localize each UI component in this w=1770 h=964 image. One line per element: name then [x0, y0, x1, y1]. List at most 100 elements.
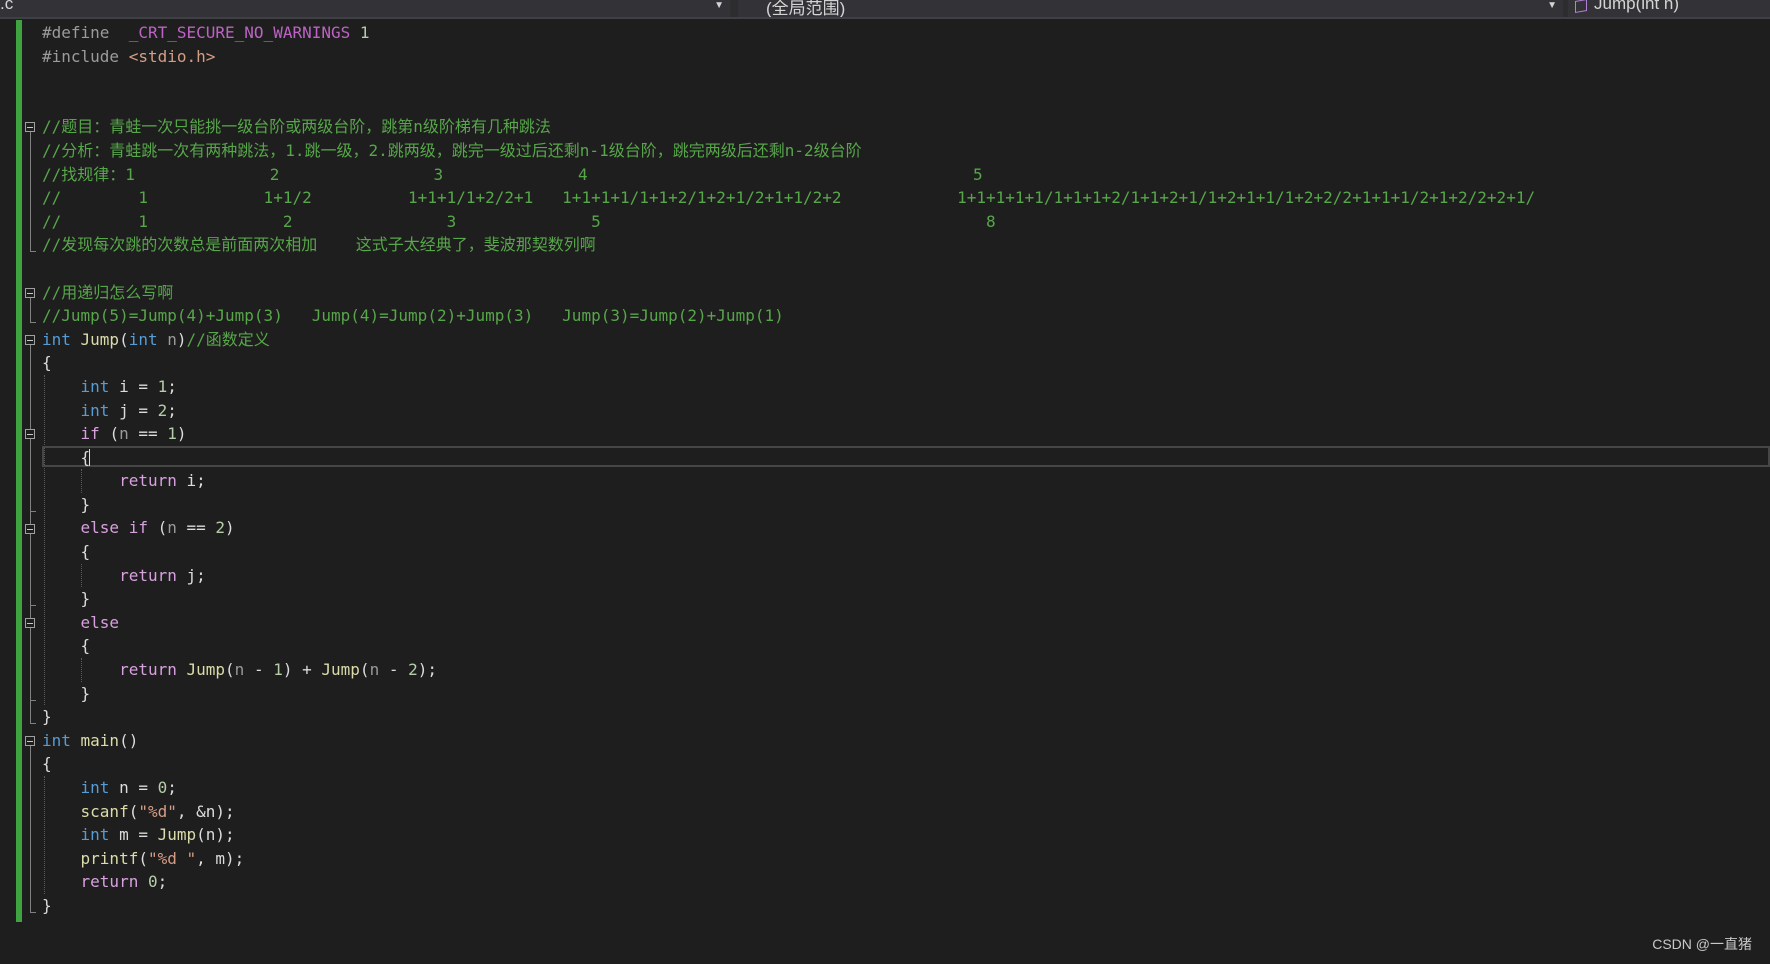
- code-token: );: [417, 660, 438, 680]
- member-dropdown[interactable]: Jump(int n): [1568, 0, 1770, 17]
- file-dropdown[interactable]: .c ▼: [0, 0, 730, 17]
- code-line[interactable]: [42, 257, 1535, 281]
- code-token: return: [119, 660, 187, 680]
- code-token: _CRT_SECURE_NO_WARNINGS: [119, 23, 351, 42]
- code-token: else: [80, 612, 120, 632]
- code-line[interactable]: }: [42, 587, 1535, 611]
- scope-dropdown-label: (全局范围): [766, 0, 846, 17]
- code-token: (: [109, 424, 120, 444]
- code-token: Jump: [157, 825, 197, 845]
- code-line[interactable]: }: [42, 493, 1535, 517]
- code-editor[interactable]: #define _CRT_SECURE_NO_WARNINGS 1 #includ…: [42, 21, 1535, 918]
- code-token: //题目：青蛙一次只能挑一级台阶或两级台阶，跳第n级阶梯有几种跳法: [42, 117, 551, 137]
- collapse-region-icon[interactable]: [25, 122, 35, 133]
- scope-dropdown[interactable]: (全局范围) ▼: [738, 0, 1563, 17]
- code-token: -: [244, 660, 274, 680]
- code-token: {: [42, 754, 52, 774]
- code-line[interactable]: else: [42, 611, 1535, 635]
- code-line[interactable]: }: [42, 682, 1535, 706]
- code-token: }: [42, 683, 91, 703]
- code-line[interactable]: else if (n == 2): [42, 516, 1535, 540]
- code-line[interactable]: //题目：青蛙一次只能挑一级台阶或两级台阶，跳第n级阶梯有几种跳法: [42, 115, 1535, 139]
- code-line[interactable]: //找规律：1 2 3 4 5: [42, 163, 1535, 187]
- code-line[interactable]: int main(): [42, 729, 1535, 753]
- member-dropdown-label: Jump(int n): [1594, 0, 1680, 13]
- code-token: int: [42, 730, 81, 750]
- code-token: return: [119, 565, 187, 585]
- code-line[interactable]: return 0;: [42, 870, 1535, 894]
- code-line[interactable]: {: [42, 752, 1535, 776]
- fold-region-end: [30, 723, 36, 725]
- code-token: -: [379, 660, 409, 680]
- code-token: {: [42, 636, 91, 656]
- code-token: (: [225, 660, 235, 680]
- code-line[interactable]: #include <stdio.h>: [42, 45, 1535, 69]
- code-token: ): [176, 329, 187, 349]
- code-token: , &n);: [176, 801, 235, 821]
- code-line[interactable]: {: [42, 634, 1535, 658]
- fold-region-line: [30, 533, 31, 606]
- code-token: 2: [157, 400, 168, 420]
- method-cube-icon: [1575, 0, 1587, 14]
- code-line[interactable]: int Jump(int n)//函数定义: [42, 328, 1535, 352]
- code-token: "%d": [138, 801, 177, 821]
- code-line[interactable]: int i = 1;: [42, 375, 1535, 399]
- code-token: n: [167, 518, 177, 538]
- code-line[interactable]: #define _CRT_SECURE_NO_WARNINGS 1: [42, 21, 1535, 45]
- code-token: {: [42, 447, 91, 467]
- code-line[interactable]: printf("%d ", m);: [42, 847, 1535, 871]
- code-token: else if: [80, 518, 158, 538]
- fold-region-end: [30, 251, 36, 253]
- code-line[interactable]: int m = Jump(n);: [42, 823, 1535, 847]
- fold-region-line: [30, 746, 31, 913]
- collapse-region-icon[interactable]: [25, 618, 35, 628]
- code-token: n: [369, 660, 380, 680]
- code-token: #define: [42, 23, 120, 42]
- code-line[interactable]: [42, 68, 1535, 92]
- code-token: Jump: [80, 329, 120, 349]
- collapse-region-icon[interactable]: [25, 287, 35, 298]
- code-line[interactable]: //用递归怎么写啊: [42, 281, 1535, 305]
- code-line[interactable]: {: [42, 540, 1535, 564]
- code-line[interactable]: //Jump(5)=Jump(4)+Jump(3) Jump(4)=Jump(2…: [42, 304, 1535, 328]
- code-token: 0: [157, 778, 168, 797]
- code-token: , m);: [196, 848, 245, 868]
- code-line[interactable]: }: [42, 894, 1535, 918]
- code-token: int: [80, 778, 120, 797]
- code-line[interactable]: return Jump(n - 1) + Jump(n - 2);: [42, 658, 1535, 682]
- code-token: int: [128, 329, 168, 349]
- code-token: int: [80, 825, 120, 845]
- watermark: CSDN @一直猪: [1652, 936, 1752, 952]
- code-line[interactable]: // 1 1+1/2 1+1+1/1+2/2+1 1+1+1+1/1+1+2/1…: [42, 186, 1535, 210]
- code-line[interactable]: int n = 0;: [42, 776, 1535, 800]
- code-line[interactable]: //发现每次跳的次数总是前面两次相加 这式子太经典了，斐波那契数列啊: [42, 233, 1535, 257]
- collapse-region-icon[interactable]: [25, 429, 35, 440]
- fold-region-end: [30, 912, 36, 914]
- collapse-region-icon[interactable]: [25, 736, 35, 746]
- code-line[interactable]: //分析：青蛙跳一次有两种跳法，1.跳一级，2.跳两级，跳完一级过后还剩n-1级…: [42, 139, 1535, 163]
- code-line[interactable]: {: [42, 351, 1535, 375]
- fold-region-end: [30, 511, 36, 512]
- code-line[interactable]: if (n == 1): [42, 422, 1535, 446]
- code-line[interactable]: }: [42, 705, 1535, 729]
- code-line[interactable]: {: [42, 446, 1535, 470]
- code-token: 1: [167, 424, 177, 444]
- code-line[interactable]: // 1 2 3 5 8: [42, 210, 1535, 234]
- code-line[interactable]: return j;: [42, 564, 1535, 588]
- code-line[interactable]: [42, 92, 1535, 116]
- code-token: scanf: [80, 801, 129, 821]
- code-token: //Jump(5)=Jump(4)+Jump(3) Jump(4)=Jump(2…: [42, 306, 784, 326]
- code-token: if: [80, 424, 110, 444]
- code-line[interactable]: int j = 2;: [42, 399, 1535, 423]
- collapse-region-icon[interactable]: [25, 334, 35, 345]
- code-line[interactable]: scanf("%d", &n);: [42, 800, 1535, 824]
- collapse-region-icon[interactable]: [25, 523, 35, 534]
- code-line[interactable]: return i;: [42, 469, 1535, 493]
